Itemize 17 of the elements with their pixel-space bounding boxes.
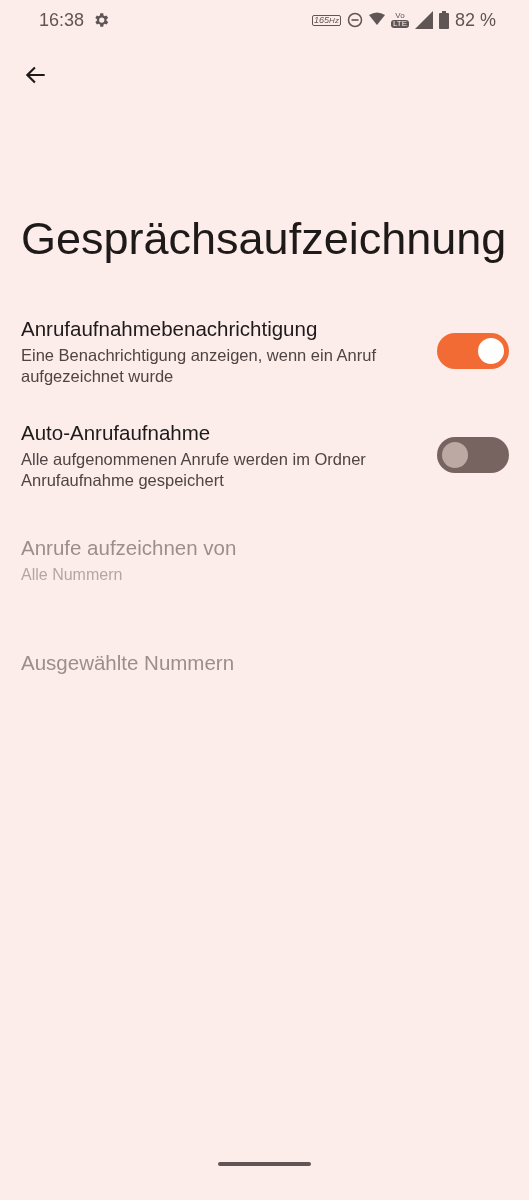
page-title: Gesprächsaufzeichnung [20, 212, 508, 266]
do-not-disturb-icon [346, 12, 363, 28]
toggle-switch[interactable] [437, 333, 509, 369]
setting-summary: Alle aufgenommenen Anrufe werden im Ordner Anrufaufnahme gespeichert [21, 449, 367, 491]
volte-indicator: Vo LTE [390, 12, 409, 28]
clock: 16:38 [39, 8, 85, 32]
battery-percentage: 82 % [454, 8, 496, 32]
setting-title: Ausgewählte Nummern [21, 650, 236, 676]
setting-summary: Eine Benachrichtigung anzeigen, wenn ein Anruf aufgezeichnet wurde [21, 345, 377, 387]
signal-icon [414, 11, 433, 29]
setting-summary: Alle Nummern [21, 564, 124, 585]
toggle-switch[interactable] [437, 437, 509, 473]
refresh-rate-indicator: 165Hz [312, 14, 341, 26]
setting-title: Auto-Anrufaufnahme [21, 420, 212, 446]
setting-title: Anrufaufnahmebenachrichtigung [21, 316, 319, 342]
battery-icon [438, 11, 449, 29]
setting-title: Anrufe aufzeichnen von [21, 534, 238, 561]
